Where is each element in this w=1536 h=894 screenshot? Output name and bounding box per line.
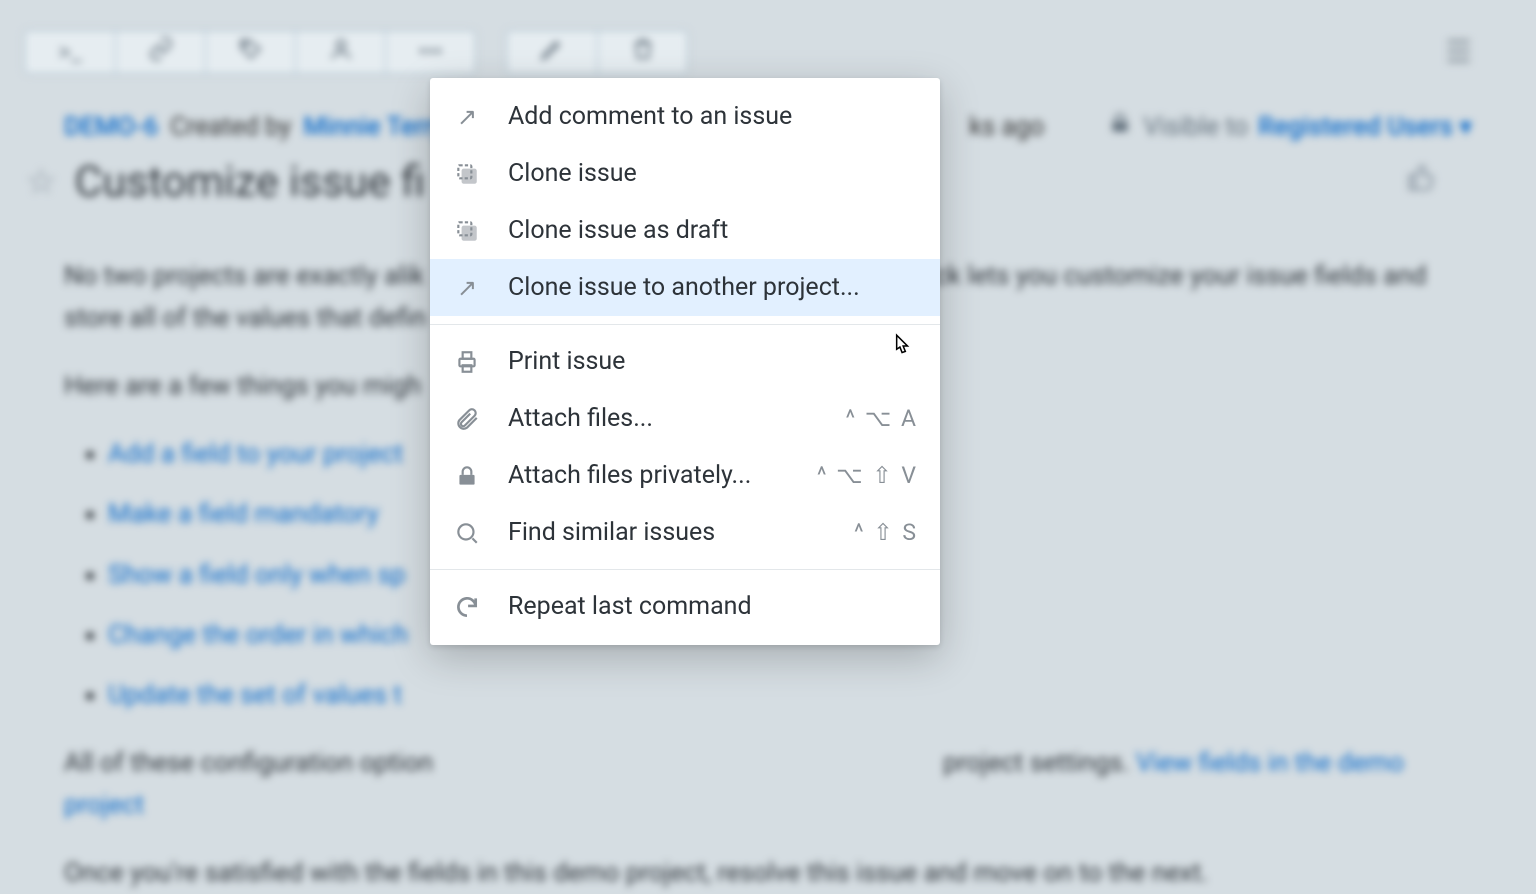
paperclip-icon xyxy=(452,406,482,432)
menu-label: Find similar issues xyxy=(508,518,828,547)
issue-title: Customize issue fi xyxy=(74,157,425,207)
toolbar-group-2 xyxy=(506,30,688,74)
menu-separator xyxy=(430,569,940,570)
user-icon xyxy=(328,36,354,68)
clone-draft-icon xyxy=(452,218,482,244)
menu-label: Print issue xyxy=(508,347,918,376)
menu-shortcut: ^ ⇧ S xyxy=(854,519,918,546)
link-icon xyxy=(148,36,174,68)
body-p3b: project settings. xyxy=(943,748,1129,778)
chevron-down-icon: ▾ xyxy=(1459,112,1472,142)
issue-toolbar: >_ ••• ☰ xyxy=(24,0,1512,74)
menu-label: Attach files... xyxy=(508,404,819,433)
visibility-value: Registered Users xyxy=(1258,112,1453,142)
age-text: ks ago xyxy=(969,112,1044,142)
hamburger-icon: ☰ xyxy=(1445,35,1472,70)
repeat-icon xyxy=(452,594,482,620)
issue-id[interactable]: DEMO-6 xyxy=(64,112,158,142)
body-link-3[interactable]: Change the order in which xyxy=(108,620,408,650)
pencil-icon xyxy=(539,36,565,68)
star-icon[interactable]: ☆ xyxy=(26,162,56,202)
body-link-1[interactable]: Make a field mandatory xyxy=(108,499,379,529)
menu-item-find-similar[interactable]: Find similar issues ^ ⇧ S xyxy=(430,504,940,561)
lock-icon xyxy=(1107,110,1133,143)
menu-label: Clone issue xyxy=(508,159,918,188)
menu-item-clone-draft[interactable]: Clone issue as draft xyxy=(430,202,940,259)
tag-icon xyxy=(238,36,264,68)
menu-label: Clone issue to another project... xyxy=(508,273,918,302)
assignee-button[interactable] xyxy=(295,31,385,73)
menu-item-clone[interactable]: Clone issue xyxy=(430,145,940,202)
menu-item-repeat[interactable]: Repeat last command xyxy=(430,578,940,635)
arrow-up-right-icon: ↗ xyxy=(452,274,482,302)
tag-button[interactable] xyxy=(205,31,295,73)
more-actions-button[interactable]: ••• xyxy=(385,31,475,73)
visibility-label: Visible to xyxy=(1143,112,1248,142)
arrow-up-right-icon: ↗ xyxy=(452,103,482,131)
thumbs-up-icon[interactable] xyxy=(1406,163,1436,201)
menu-item-attach-private[interactable]: Attach files privately... ^ ⌥ ⇧ V xyxy=(430,447,940,504)
menu-label: Repeat last command xyxy=(508,592,918,621)
printer-icon xyxy=(452,349,482,375)
trash-icon xyxy=(630,36,656,68)
menu-shortcut: ^ ⌥ A xyxy=(845,405,918,432)
link-button[interactable] xyxy=(115,31,205,73)
menu-item-clone-to-project[interactable]: ↗ Clone issue to another project... xyxy=(430,259,940,316)
body-link-4[interactable]: Update the set of values t xyxy=(108,680,402,710)
delete-button[interactable] xyxy=(597,31,687,73)
lock-icon xyxy=(452,463,482,489)
body-link-0[interactable]: Add a field to your project xyxy=(108,439,403,469)
more-icon: ••• xyxy=(418,38,442,66)
menu-item-add-comment[interactable]: ↗ Add comment to an issue xyxy=(430,88,940,145)
menu-label: Attach files privately... xyxy=(508,461,791,490)
created-by-label: Created by xyxy=(170,112,291,142)
menu-label: Clone issue as draft xyxy=(508,216,918,245)
terminal-icon: >_ xyxy=(58,38,81,66)
menu-item-print[interactable]: Print issue xyxy=(430,333,940,390)
more-actions-menu: ↗ Add comment to an issue Clone issue Cl… xyxy=(430,78,940,645)
menu-shortcut: ^ ⌥ ⇧ V xyxy=(817,462,918,489)
body-p1a: No two projects are exactly alik xyxy=(64,261,424,291)
menu-separator xyxy=(430,324,940,325)
menu-item-attach[interactable]: Attach files... ^ ⌥ A xyxy=(430,390,940,447)
command-button[interactable]: >_ xyxy=(25,31,115,73)
edit-button[interactable] xyxy=(507,31,597,73)
body-link-2[interactable]: Show a field only when sp xyxy=(108,560,406,590)
search-similar-icon xyxy=(452,520,482,546)
sidebar-toggle[interactable]: ☰ xyxy=(1445,35,1472,70)
visibility[interactable]: Visible to Registered Users ▾ xyxy=(1107,110,1472,143)
menu-label: Add comment to an issue xyxy=(508,102,918,131)
clone-icon xyxy=(452,161,482,187)
toolbar-group-1: >_ ••• xyxy=(24,30,476,74)
body-p4: Once you're satisfied with the fields in… xyxy=(64,852,1444,894)
body-p3a: All of these configuration option xyxy=(64,748,433,778)
author-link[interactable]: Minnie Terry xyxy=(303,112,445,142)
